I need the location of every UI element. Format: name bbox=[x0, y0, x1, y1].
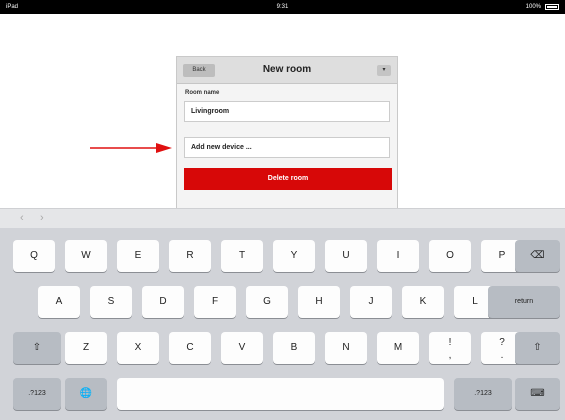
new-room-dialog: Back New room ▾ Room name Livingroom Add… bbox=[176, 56, 398, 208]
battery-icon bbox=[545, 4, 559, 10]
key-j[interactable]: J bbox=[350, 286, 392, 318]
shift-left-icon[interactable]: ⇧ bbox=[13, 332, 61, 364]
key-e[interactable]: E bbox=[117, 240, 159, 272]
key-c[interactable]: C bbox=[169, 332, 211, 364]
menu-button[interactable]: ▾ bbox=[377, 65, 391, 76]
key-h[interactable]: H bbox=[298, 286, 340, 318]
key-f[interactable]: F bbox=[194, 286, 236, 318]
key-o[interactable]: O bbox=[429, 240, 471, 272]
room-name-label: Room name bbox=[185, 90, 220, 96]
input-accessory-bar: ‹ › bbox=[0, 208, 565, 228]
key-z[interactable]: Z bbox=[65, 332, 107, 364]
space-bar[interactable] bbox=[117, 378, 444, 410]
key-exclamation: ! bbox=[448, 337, 452, 348]
dialog-title: New room bbox=[262, 64, 312, 75]
numbers-key-right[interactable]: .?123 bbox=[454, 378, 512, 410]
arrow-icon bbox=[90, 143, 172, 153]
delete-room-button[interactable]: Delete room bbox=[184, 168, 392, 190]
key-t[interactable]: T bbox=[221, 240, 263, 272]
key-w[interactable]: W bbox=[65, 240, 107, 272]
key-exclamation-comma[interactable]: ! , bbox=[429, 332, 471, 364]
backspace-icon[interactable]: ⌫ bbox=[515, 240, 560, 272]
battery-percent: 100% bbox=[525, 4, 541, 10]
key-i[interactable]: I bbox=[377, 240, 419, 272]
key-v[interactable]: V bbox=[221, 332, 263, 364]
key-y[interactable]: Y bbox=[273, 240, 315, 272]
return-key[interactable]: return bbox=[488, 286, 560, 318]
key-s[interactable]: S bbox=[90, 286, 132, 318]
key-b[interactable]: B bbox=[273, 332, 315, 364]
numbers-key-left[interactable]: .?123 bbox=[13, 378, 61, 410]
keyboard: Q W E R T Y U I O P ⌫ A S D F G H J K L … bbox=[0, 228, 565, 420]
key-k[interactable]: K bbox=[402, 286, 444, 318]
hide-keyboard-icon[interactable]: ⌨ bbox=[515, 378, 560, 410]
next-field-icon[interactable]: › bbox=[40, 211, 44, 225]
key-x[interactable]: X bbox=[117, 332, 159, 364]
key-comma: , bbox=[448, 350, 452, 361]
key-q[interactable]: Q bbox=[13, 240, 55, 272]
key-a[interactable]: A bbox=[38, 286, 80, 318]
add-device-field[interactable]: Add new device ... bbox=[184, 137, 390, 158]
key-d[interactable]: D bbox=[142, 286, 184, 318]
previous-field-icon[interactable]: ‹ bbox=[20, 211, 24, 225]
dialog-header: Back New room ▾ bbox=[177, 57, 397, 84]
globe-icon[interactable]: 🌐 bbox=[65, 378, 107, 410]
shift-right-icon[interactable]: ⇧ bbox=[515, 332, 560, 364]
key-r[interactable]: R bbox=[169, 240, 211, 272]
status-bar: iPad 9:31 100% bbox=[0, 0, 565, 14]
key-u[interactable]: U bbox=[325, 240, 367, 272]
key-g[interactable]: G bbox=[246, 286, 288, 318]
room-name-input[interactable]: Livingroom bbox=[184, 101, 390, 122]
key-n[interactable]: N bbox=[325, 332, 367, 364]
key-m[interactable]: M bbox=[377, 332, 419, 364]
clock: 9:31 bbox=[276, 4, 289, 10]
